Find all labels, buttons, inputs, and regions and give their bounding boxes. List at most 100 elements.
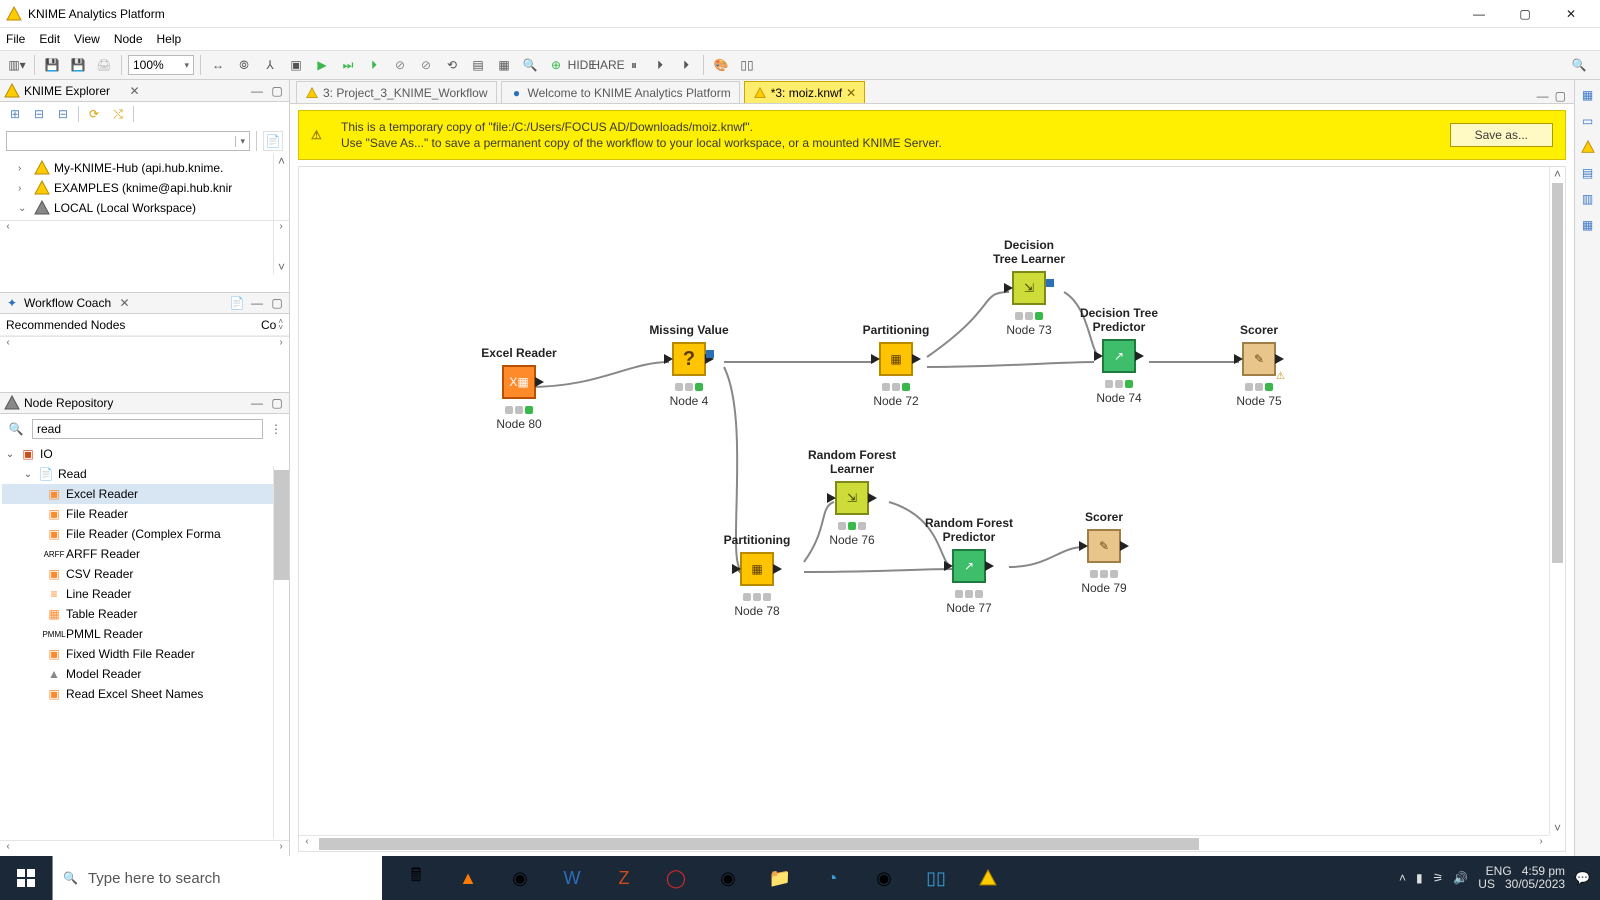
node-body[interactable]: ↗ — [1102, 339, 1136, 373]
coach-hscrollbar[interactable]: ‹› — [0, 336, 289, 352]
monitor-view-icon[interactable]: ▤ — [1579, 164, 1597, 182]
align-icon[interactable]: ↔ — [207, 54, 229, 76]
repo-folder-read[interactable]: ⌄ 📄 Read — [2, 464, 287, 484]
node-body[interactable]: X▦ — [502, 365, 536, 399]
console-view-icon[interactable]: ▥ — [1579, 190, 1597, 208]
new-dropdown-button[interactable]: ▥▾ — [6, 54, 28, 76]
edit-filter-icon[interactable]: 📄 — [263, 131, 283, 151]
flow-icon[interactable]: ⅄ — [259, 54, 281, 76]
explorer-tree[interactable]: › My-KNIME-Hub (api.hub.knime. › EXAMPLE… — [0, 156, 289, 220]
execute-icon[interactable]: ▶ — [311, 54, 333, 76]
explorer-item[interactable]: ⌄ LOCAL (Local Workspace) — [4, 198, 285, 218]
explorer-filter-combo[interactable]: ▾ — [6, 131, 250, 151]
repo-node-item[interactable]: ▣CSV Reader — [2, 564, 287, 584]
node-body[interactable]: ✎ — [1087, 529, 1121, 563]
search-nodes-icon[interactable]: 🔍 — [519, 54, 541, 76]
reset-icon[interactable]: ⟲ — [441, 54, 463, 76]
palette-view-icon[interactable]: ▦ — [1579, 216, 1597, 234]
repo-node-item[interactable]: ▣Fixed Width File Reader — [2, 644, 287, 664]
close-view-icon[interactable]: ✕ — [127, 83, 143, 99]
app-knime-icon[interactable] — [966, 861, 1010, 895]
save-all-button[interactable]: 💾 — [67, 54, 89, 76]
repo-tree[interactable]: ⌄ ▣ IO ⌄ 📄 Read ▣ Excel Reader ▣File Rea… — [0, 444, 289, 840]
repo-vscrollbar[interactable] — [273, 466, 289, 838]
node-excel-reader[interactable]: Excel Reader X▦ Node 80 — [459, 347, 579, 431]
app-edge-icon[interactable]: ◔ — [810, 861, 854, 895]
cancel-all-icon[interactable]: ⊘ — [415, 54, 437, 76]
collapse-all-icon[interactable]: ⊟ — [30, 105, 48, 123]
refresh-icon[interactable]: ⟳ — [85, 105, 103, 123]
repo-node-item[interactable]: ▦Table Reader — [2, 604, 287, 624]
chevron-down-icon[interactable]: ⌄ — [18, 203, 30, 214]
app-chrome3-icon[interactable]: ◉ — [862, 861, 906, 895]
menu-edit[interactable]: Edit — [39, 32, 60, 46]
node-body[interactable]: ? — [672, 342, 706, 376]
editor-tab-active[interactable]: *3: moiz.knwf ✕ — [744, 81, 865, 103]
canvas-hscrollbar[interactable]: ‹› — [299, 835, 1549, 851]
minimize-button[interactable]: — — [1456, 0, 1502, 28]
step-icon[interactable]: ⏵ — [649, 54, 671, 76]
explorer-vscrollbar[interactable]: ˄˅ — [273, 154, 289, 274]
description-view-icon[interactable]: ▭ — [1579, 112, 1597, 130]
app-vlc-icon[interactable]: ▲ — [446, 861, 490, 895]
editor-tab[interactable]: ● Welcome to KNIME Analytics Platform — [501, 81, 740, 103]
maximize-view-icon[interactable]: ▢ — [269, 395, 285, 411]
tray-wifi-icon[interactable]: ⚞ — [1433, 871, 1444, 885]
hare-icon[interactable]: HARE — [597, 54, 619, 76]
hide-icon[interactable]: HIDE — [571, 54, 593, 76]
explorer-item[interactable]: › EXAMPLES (knime@api.hub.knir — [4, 178, 285, 198]
search-options-icon[interactable]: ⋮ — [269, 422, 283, 436]
explorer-item[interactable]: › My-KNIME-Hub (api.hub.knime. — [4, 158, 285, 178]
maximize-editor-icon[interactable]: ▢ — [1555, 89, 1566, 103]
maximize-view-icon[interactable]: ▢ — [269, 295, 285, 311]
cancel-icon[interactable]: ⊘ — [389, 54, 411, 76]
repo-hscrollbar[interactable]: ‹› — [0, 840, 289, 856]
app-taskview-icon[interactable]: ▯▯ — [914, 861, 958, 895]
execute-step-icon[interactable]: ⏭ — [337, 54, 359, 76]
node-body[interactable]: ⇲ — [835, 481, 869, 515]
panels-icon[interactable]: ▯▯ — [736, 54, 758, 76]
repo-node-item[interactable]: ▲Model Reader — [2, 664, 287, 684]
tray-lang-time[interactable]: ENG 4:59 pm US 30/05/2023 — [1478, 865, 1565, 891]
maximize-button[interactable]: ▢ — [1502, 0, 1548, 28]
chevron-down-icon[interactable]: ⌄ — [4, 449, 16, 460]
coach-col-recommended[interactable]: Recommended Nodes — [6, 318, 125, 332]
minimize-view-icon[interactable]: — — [249, 83, 265, 99]
save-button[interactable]: 💾 — [41, 54, 63, 76]
expand-all-icon[interactable]: ⊞ — [6, 105, 24, 123]
sync-icon[interactable]: ⤭ — [109, 105, 127, 123]
start-button[interactable] — [0, 856, 52, 900]
node-partitioning-1[interactable]: Partitioning ▦ Node 72 — [836, 324, 956, 408]
canvas-vscrollbar[interactable]: ˄˅ — [1549, 167, 1565, 835]
app-fileexplorer-icon[interactable]: 📁 — [758, 861, 802, 895]
palette-icon[interactable]: 🎨 — [710, 54, 732, 76]
app-chrome2-icon[interactable]: ◉ — [706, 861, 750, 895]
app-word-icon[interactable]: W — [550, 861, 594, 895]
grid-icon[interactable]: ▦ — [493, 54, 515, 76]
chevron-right-icon[interactable]: › — [18, 163, 30, 174]
link-icon[interactable]: ⦾ — [233, 54, 255, 76]
tray-chevron-icon[interactable]: ˄ — [1399, 871, 1406, 885]
resume-icon[interactable]: ⏵ — [675, 54, 697, 76]
minimize-view-icon[interactable]: — — [249, 395, 265, 411]
menu-file[interactable]: File — [6, 32, 25, 46]
close-view-icon[interactable]: ✕ — [117, 295, 133, 311]
node-missing-value[interactable]: Missing Value ? Node 4 — [629, 324, 749, 408]
repo-node-item[interactable]: PMMLPMML Reader — [2, 624, 287, 644]
app-opera-icon[interactable]: ◯ — [654, 861, 698, 895]
repo-node-item[interactable]: ▣Read Excel Sheet Names — [2, 684, 287, 704]
maximize-view-icon[interactable]: ▢ — [269, 83, 285, 99]
layout-icon[interactable]: ▤ — [467, 54, 489, 76]
app-chrome-icon[interactable]: ◉ — [498, 861, 542, 895]
chevron-down-icon[interactable]: ⌄ — [22, 469, 34, 480]
node-body[interactable]: ▦ — [740, 552, 774, 586]
node-body[interactable]: ⇲ — [1012, 271, 1046, 305]
repo-node-item[interactable]: ▣File Reader — [2, 504, 287, 524]
minimize-editor-icon[interactable]: — — [1537, 89, 1549, 103]
hub-view-icon[interactable] — [1579, 138, 1597, 156]
node-scorer-1[interactable]: Scorer ✎ Node 75 — [1199, 324, 1319, 408]
repo-node-item[interactable]: ▣File Reader (Complex Forma — [2, 524, 287, 544]
node-scorer-2[interactable]: Scorer ✎ Node 79 — [1044, 511, 1164, 595]
tray-volume-icon[interactable]: 🔊 — [1453, 871, 1468, 885]
tray-notifications-icon[interactable]: 💬 — [1575, 871, 1590, 885]
